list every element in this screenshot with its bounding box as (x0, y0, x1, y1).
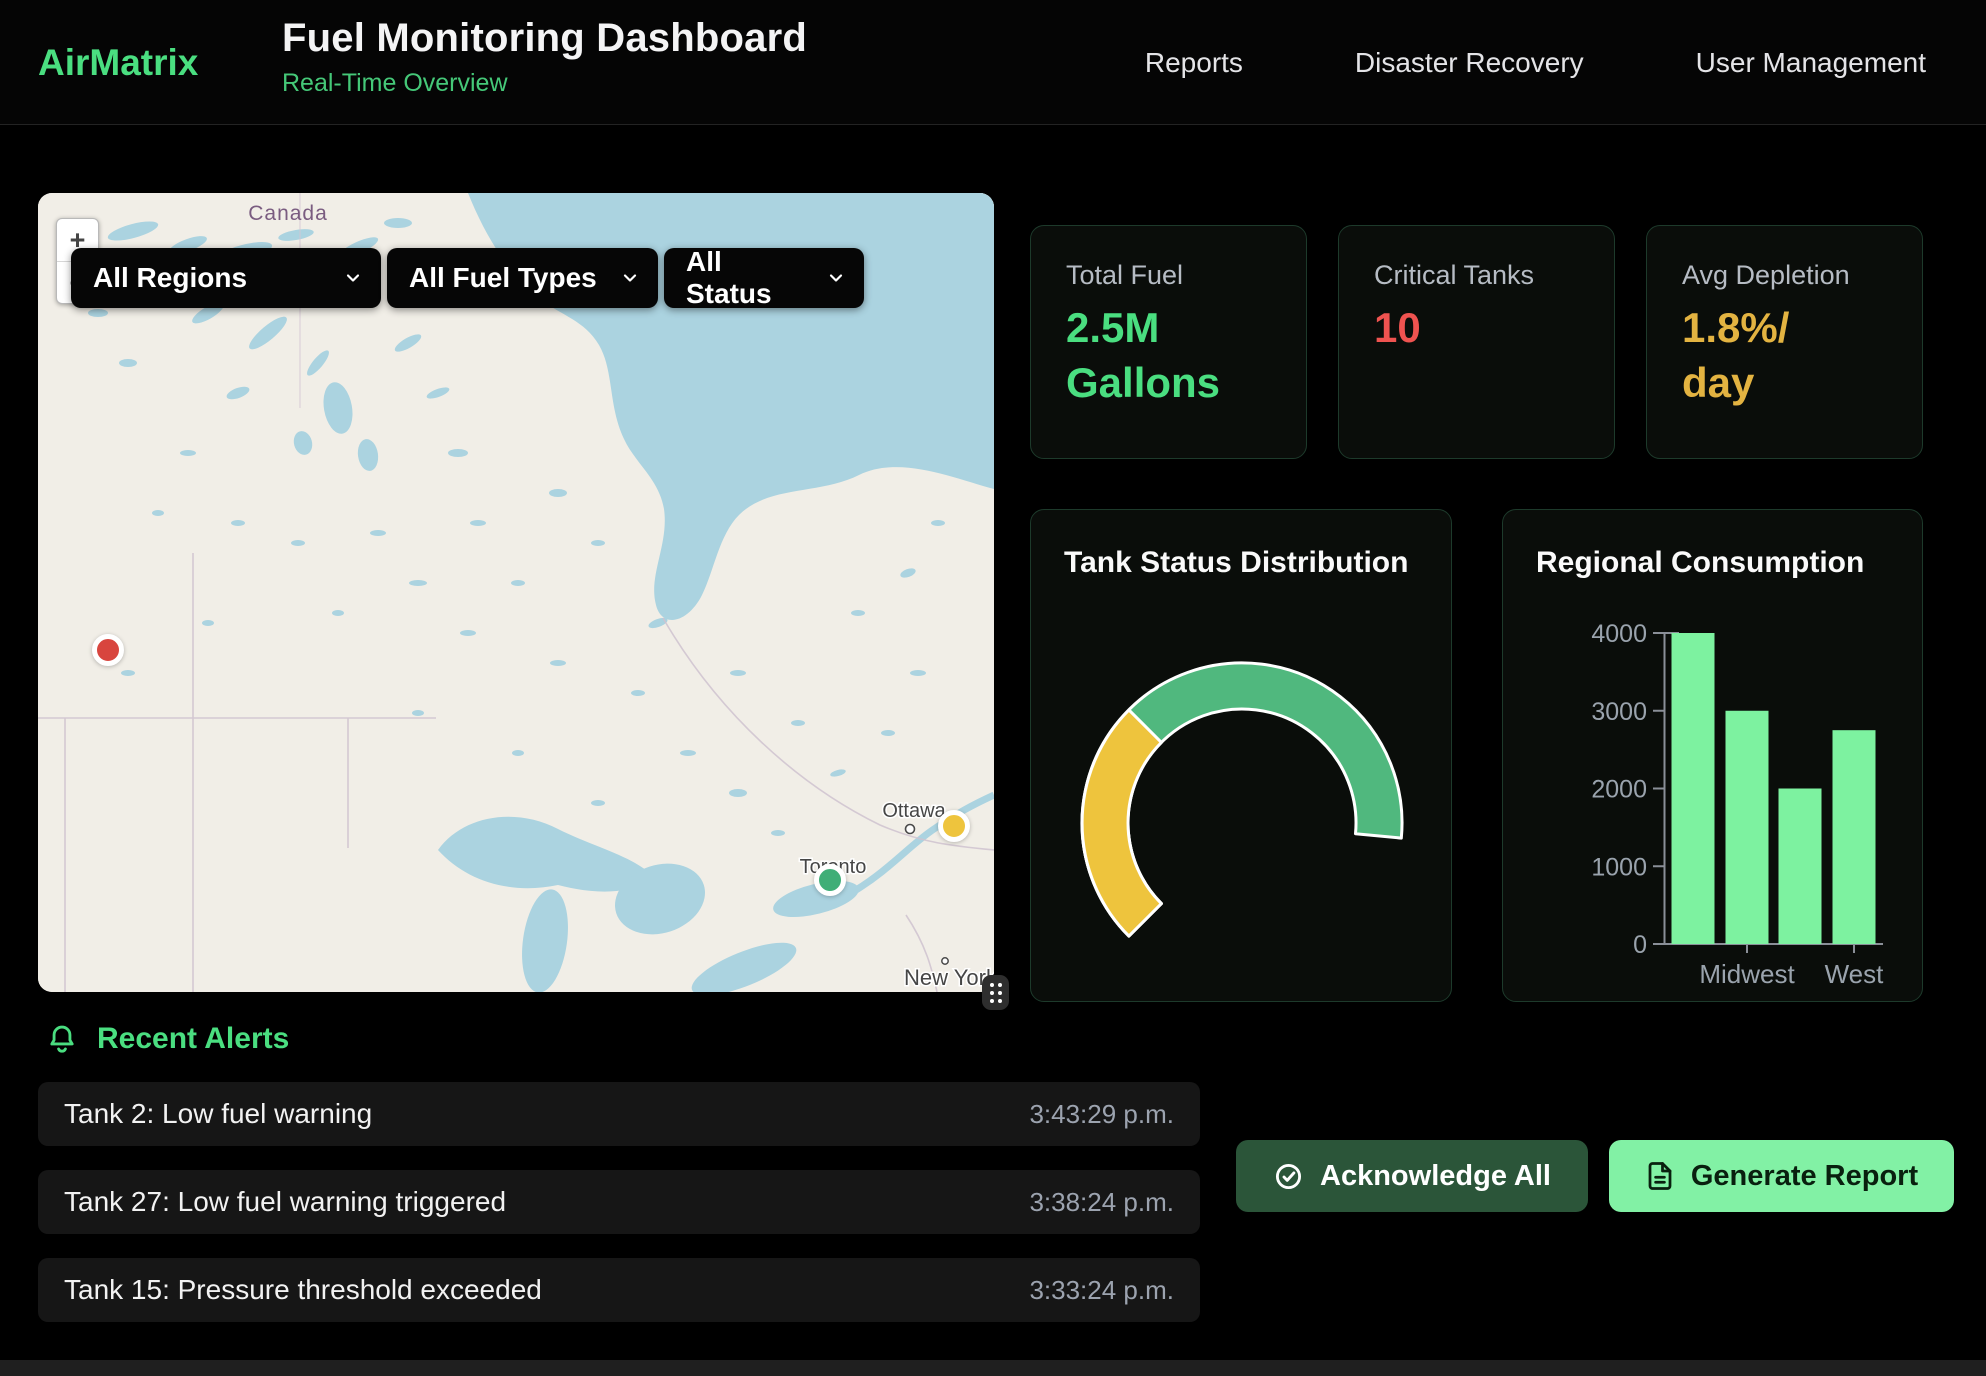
alert-row[interactable]: Tank 27: Low fuel warning triggered 3:38:… (38, 1170, 1200, 1234)
tank-marker-warning[interactable] (938, 810, 970, 842)
tank-status-donut (1067, 648, 1417, 998)
bar-0 (1672, 633, 1715, 944)
stat-card-total-fuel: Total Fuel 2.5M Gallons (1030, 225, 1307, 459)
generate-report-button[interactable]: Generate Report (1609, 1140, 1954, 1212)
stat-label: Total Fuel (1066, 260, 1271, 291)
brand-logo[interactable]: AirMatrix (38, 42, 198, 84)
stats-row: Total Fuel 2.5M Gallons Critical Tanks 10 Av… (1030, 225, 1923, 459)
charts-row: Tank Status Distribution Regional Consum… (1030, 509, 1923, 1002)
nav-disaster-recovery[interactable]: Disaster Recovery (1355, 47, 1584, 79)
button-label: Generate Report (1691, 1160, 1918, 1193)
page-subtitle: Real-Time Overview (282, 69, 807, 98)
tank-marker-normal[interactable] (814, 864, 846, 896)
basemap-canvas: Canada Ottawa Toronto New York (38, 193, 994, 992)
tank-marker-critical[interactable] (92, 634, 124, 666)
page-title: Fuel Monitoring Dashboard (282, 16, 807, 61)
y-tick-label: 3000 (1591, 698, 1647, 726)
bar-1 (1726, 711, 1769, 944)
newyork-town-dot (942, 958, 948, 964)
stat-label: Avg Depletion (1682, 260, 1887, 291)
nav-reports[interactable]: Reports (1145, 47, 1243, 79)
resize-handle[interactable] (982, 975, 1009, 1010)
file-text-icon (1645, 1161, 1675, 1191)
stat-value: 10 (1374, 301, 1579, 356)
alert-row[interactable]: Tank 15: Pressure threshold exceeded 3:33… (38, 1258, 1200, 1322)
acknowledge-all-button[interactable]: Acknowledge All (1236, 1140, 1588, 1212)
stat-value: 2.5M Gallons (1066, 301, 1271, 410)
filter-label: All Fuel Types (409, 262, 597, 294)
top-bar: AirMatrix Fuel Monitoring Dashboard Real… (0, 0, 1986, 125)
bar-2 (1779, 789, 1822, 945)
main-nav: Reports Disaster Recovery User Management (1145, 0, 1926, 125)
y-tick-label: 0 (1633, 931, 1647, 959)
y-tick-label: 1000 (1591, 853, 1647, 881)
alert-list: Tank 2: Low fuel warning3:43:29 p.m.Tank… (38, 1082, 1200, 1346)
filter-label: All Regions (93, 262, 247, 294)
ottawa-town-dot (906, 825, 915, 834)
alert-message: Tank 27: Low fuel warning triggered (64, 1186, 506, 1218)
country-label: Canada (248, 202, 328, 225)
tank-status-card: Tank Status Distribution (1030, 509, 1452, 1002)
alerts-title: Recent Alerts (97, 1022, 289, 1056)
stat-card-critical-tanks: Critical Tanks 10 (1338, 225, 1615, 459)
stat-value: 1.8%/ day (1682, 301, 1887, 410)
alerts-header: Recent Alerts (45, 1022, 289, 1056)
city-label-ottawa: Ottawa (882, 800, 946, 822)
donut-segment-warning (1082, 710, 1161, 936)
button-label: Acknowledge All (1320, 1160, 1551, 1193)
filter-all-status[interactable]: All Status (664, 248, 864, 308)
bar-3 (1833, 730, 1876, 944)
x-tick-label: West (1825, 959, 1885, 989)
y-tick-label: 2000 (1591, 776, 1647, 804)
alert-message: Tank 2: Low fuel warning (64, 1098, 372, 1130)
alert-row[interactable]: Tank 2: Low fuel warning 3:43:29 p.m. (38, 1082, 1200, 1146)
x-tick-label: Midwest (1699, 959, 1795, 989)
chevron-down-icon (620, 268, 640, 288)
y-tick-label: 4000 (1591, 620, 1647, 648)
map[interactable]: Canada Ottawa Toronto New York + − All R… (38, 193, 994, 992)
stat-label: Critical Tanks (1374, 260, 1579, 291)
alert-time: 3:38:24 p.m. (1029, 1187, 1174, 1218)
chevron-down-icon (343, 268, 363, 288)
chevron-down-icon (826, 268, 846, 288)
filter-all-fuel-types[interactable]: All Fuel Types (387, 248, 658, 308)
dashboard-root: AirMatrix Fuel Monitoring Dashboard Real… (0, 0, 1986, 1376)
alert-message: Tank 15: Pressure threshold exceeded (64, 1274, 542, 1306)
alert-time: 3:43:29 p.m. (1029, 1099, 1174, 1130)
filter-all-regions[interactable]: All Regions (71, 248, 381, 308)
map-filter-bar: All Regions All Fuel Types All Status (71, 248, 864, 308)
city-label-newyork: New York (904, 965, 994, 990)
nav-user-management[interactable]: User Management (1696, 47, 1926, 79)
bell-icon (45, 1022, 79, 1056)
alert-actions: Acknowledge All Generate Report (1236, 1140, 1954, 1212)
bottom-strip (0, 1360, 1986, 1376)
donut-chart-title: Tank Status Distribution (1064, 546, 1418, 580)
stat-card-avg-depletion: Avg Depletion 1.8%/ day (1646, 225, 1923, 459)
check-circle-icon (1273, 1161, 1304, 1192)
alert-time: 3:33:24 p.m. (1029, 1275, 1174, 1306)
title-block: Fuel Monitoring Dashboard Real-Time Over… (282, 16, 807, 98)
regional-consumption-chart: 0 1000 2000 3000 4000 Midwest West (1503, 510, 1924, 1003)
filter-label: All Status (686, 246, 812, 310)
regional-consumption-card: Regional Consumption 01000200030004000Mi… (1502, 509, 1923, 1002)
